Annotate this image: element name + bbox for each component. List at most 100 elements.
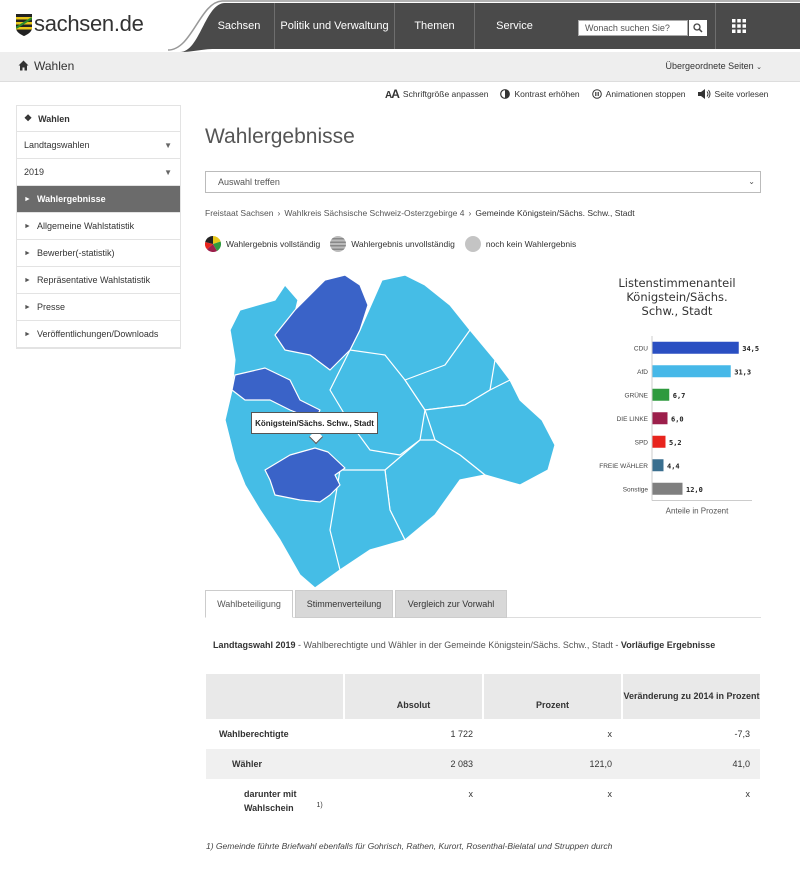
table-header: [206, 674, 345, 719]
region-select-value: Auswahl treffen: [218, 177, 280, 187]
table-footnote: 1) Gemeinde führte Briefwahl ebenfalls f…: [206, 841, 613, 851]
apps-menu-button[interactable]: [715, 3, 761, 49]
table-row: Wähler 2 083 121,0 41,0: [206, 749, 760, 779]
chart-category-label: CDU: [634, 345, 648, 352]
tab-wahlbeteiligung[interactable]: Wahlbeteiligung: [205, 590, 293, 618]
chart-bar: [652, 435, 666, 448]
chevron-right-icon: ►: [24, 195, 31, 203]
map-legend: Wahlergebnis vollständig Wahlergebnis un…: [205, 236, 586, 252]
search-button[interactable]: [689, 20, 707, 36]
sidebar-item-allgemeine-wahlstatistik[interactable]: ► Allgemeine Wahlstatistik: [17, 213, 180, 240]
sidebar-dropdown-year[interactable]: 2019 ▼: [17, 159, 180, 186]
contrast-tool[interactable]: Kontrast erhöhen: [500, 89, 580, 99]
chart-data-label: 12,0: [686, 486, 703, 494]
speaker-icon: [697, 89, 711, 99]
chart-data-label: 6,0: [671, 415, 684, 423]
sidebar-head-wahlen[interactable]: ❖ Wahlen: [16, 105, 181, 132]
table-description: Landtagswahl 2019 - Wahlberechtigte und …: [213, 640, 715, 650]
chart-bar: [652, 482, 683, 495]
tab-vergleich-vorwahl[interactable]: Vergleich zur Vorwahl: [395, 590, 507, 618]
search-input[interactable]: Wonach suchen Sie?: [578, 20, 688, 36]
cell-veraenderung: x: [745, 789, 751, 799]
results-table: Absolut Prozent Veränderung zu 2014 in P…: [206, 674, 760, 823]
chart-category-label: FREIE WÄHLER: [599, 462, 648, 470]
accessibility-toolbar: AA Schriftgröße anpassen Kontrast erhöhe…: [385, 87, 768, 101]
font-size-icon: AA: [385, 87, 400, 101]
cell-prozent: x: [607, 729, 613, 739]
read-aloud-tool[interactable]: Seite vorlesen: [697, 89, 769, 99]
sidebar-item-label: Allgemeine Wahlstatistik: [36, 221, 135, 231]
map-tooltip: Königstein/Sächs. Schw., Stadt: [251, 412, 378, 434]
table-header-row: Absolut Prozent Veränderung zu 2014 in P…: [206, 674, 760, 719]
sidebar-head-label: Wahlen: [38, 113, 70, 124]
sidebar-item-presse[interactable]: ► Presse: [17, 294, 180, 321]
cell-absolut: x: [468, 789, 474, 799]
footnote-marker: 1): [316, 802, 323, 809]
nav-item-politik[interactable]: Politik und Verwaltung: [274, 3, 394, 49]
sidebar-item-bewerber[interactable]: ► Bewerber(-statistik): [17, 240, 180, 267]
chart-data-label: 31,3: [734, 368, 751, 376]
breadcrumb-separator-icon: ›: [468, 208, 472, 218]
sidebar-item-repraesentative-wahlstatistik[interactable]: ► Repräsentative Wahlstatistik: [17, 267, 180, 294]
saxony-coat-of-arms-icon: [16, 14, 32, 36]
site-logo[interactable]: sachsen.de: [0, 0, 200, 52]
chart-bar: [652, 341, 739, 354]
read-aloud-label: Seite vorlesen: [714, 89, 769, 99]
pause-icon: [591, 89, 602, 99]
chevron-down-icon: ⌄: [748, 177, 755, 186]
sidebar-item-label: Presse: [36, 302, 65, 312]
chart-category-label: DIE LINKE: [617, 416, 649, 423]
nav-item-service[interactable]: Service: [474, 3, 554, 49]
sidebar-dropdown-label: 2019: [24, 167, 45, 177]
font-size-label: Schriftgröße anpassen: [402, 89, 489, 99]
legend-label: Wahlergebnis unvollständig: [351, 239, 455, 249]
sidebar-item-downloads[interactable]: ► Veröffentlichungen/Downloads: [17, 321, 180, 348]
region-select[interactable]: Auswahl treffen ⌄: [205, 171, 761, 193]
animations-label: Animationen stoppen: [605, 89, 686, 99]
pie-complete-icon: [205, 236, 221, 252]
parent-pages-link[interactable]: Übergeordnete Seiten ⌄: [666, 61, 762, 71]
cell-absolut: 1 722: [450, 729, 473, 739]
chevron-right-icon: ►: [24, 330, 31, 338]
row-label: Wähler: [206, 749, 344, 779]
breadcrumb-item[interactable]: Freistaat Sachsen: [205, 208, 274, 218]
nav-item-sachsen[interactable]: Sachsen: [204, 3, 274, 49]
cell-absolut: 2 083: [344, 749, 483, 779]
chevron-right-icon: ►: [24, 276, 31, 284]
chart-bar: [652, 388, 670, 401]
grid-icon: [731, 19, 746, 33]
sidebar-dropdown-landtagswahlen[interactable]: Landtagswahlen ▼: [17, 132, 180, 159]
nav-item-themen[interactable]: Themen: [394, 3, 474, 49]
section-title[interactable]: Wahlen: [34, 59, 74, 73]
chart-data-label: 6,7: [673, 392, 686, 400]
row-label: darunter mit Wahlschein: [244, 789, 297, 813]
home-icon[interactable]: [18, 60, 29, 71]
result-tabs: Wahlbeteiligung Stimmenverteilung Vergle…: [205, 590, 761, 618]
breadcrumb: Freistaat Sachsen › Wahlkreis Sächsische…: [205, 208, 635, 218]
logo-text: sachsen.de: [34, 11, 144, 36]
sidebar-item-wahlergebnisse[interactable]: ► Wahlergebnisse: [17, 186, 180, 213]
chart-category-label: SPD: [635, 439, 649, 446]
chart-category-label: AfD: [637, 369, 648, 376]
table-header: Absolut: [344, 674, 484, 719]
chevron-down-icon: ▼: [164, 168, 172, 177]
legend-label: noch kein Wahlergebnis: [485, 239, 577, 249]
chevron-down-icon: ⌄: [756, 64, 762, 71]
breadcrumb-item[interactable]: Wahlkreis Sächsische Schweiz-Osterzgebir…: [284, 208, 464, 218]
sidebar-head-icon: ❖: [24, 113, 33, 123]
cell-veraenderung: -7,3: [734, 729, 750, 739]
legend-item-incomplete: Wahlergebnis unvollständig: [330, 236, 455, 252]
page-title: Wahlergebnisse: [205, 125, 355, 148]
tab-stimmenverteilung[interactable]: Stimmenverteilung: [295, 590, 393, 618]
cell-prozent: 121,0: [483, 749, 622, 779]
table-header: Veränderung zu 2014 in Prozent: [622, 674, 760, 719]
section-bar: Wahlen Übergeordnete Seiten ⌄: [0, 52, 800, 82]
animations-tool[interactable]: Animationen stoppen: [591, 89, 686, 99]
legend-item-complete: Wahlergebnis vollständig: [205, 236, 320, 252]
parent-pages-label: Übergeordnete Seiten: [665, 61, 754, 71]
chart-bar: [652, 412, 668, 425]
cell-veraenderung: 41,0: [622, 749, 760, 779]
font-size-tool[interactable]: AA Schriftgröße anpassen: [385, 87, 488, 101]
chart-bar: [652, 459, 664, 472]
legend-label: Wahlergebnis vollständig: [226, 239, 321, 249]
